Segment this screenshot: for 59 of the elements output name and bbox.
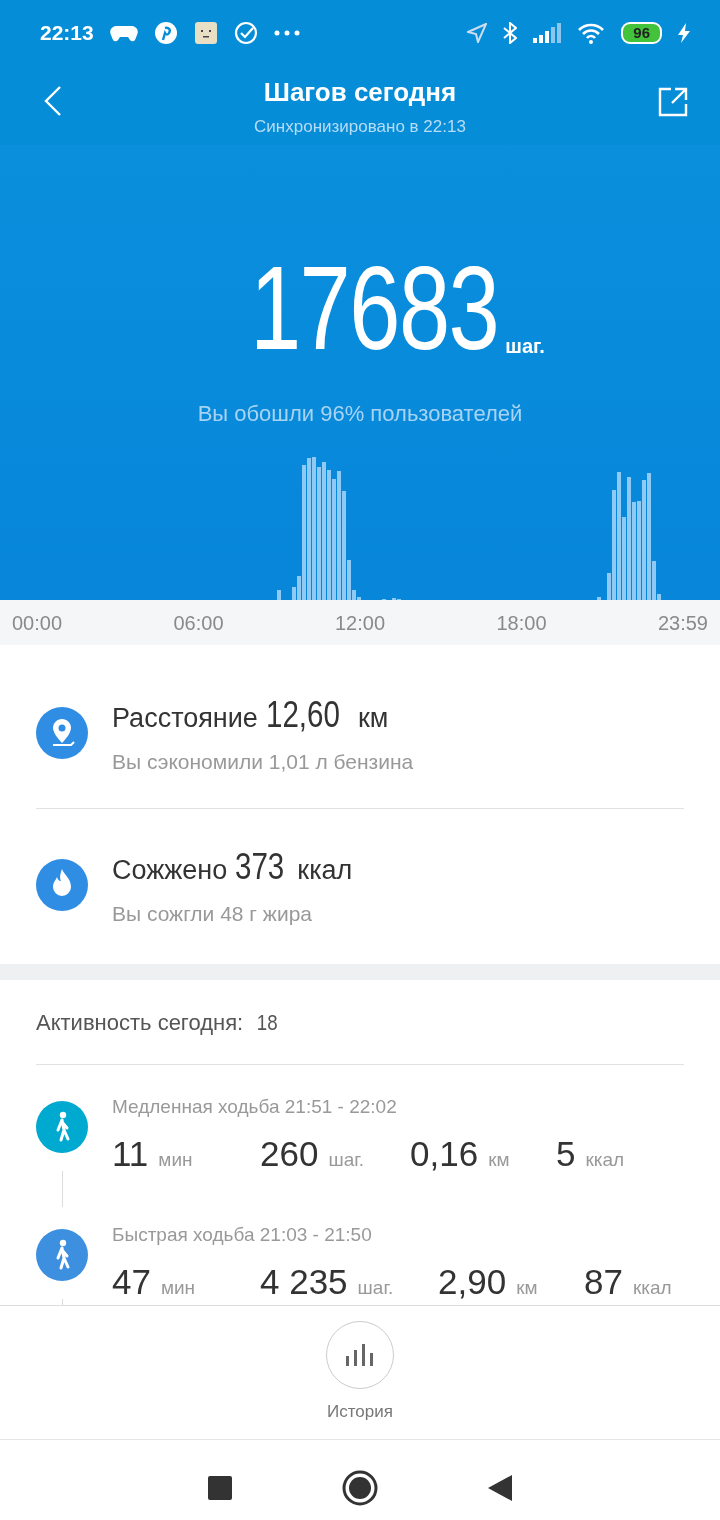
- recents-icon[interactable]: [208, 1475, 232, 1500]
- histogram-bar: [277, 590, 281, 600]
- summary-label: Расстояние: [112, 701, 258, 735]
- step-count: 17683: [250, 249, 499, 367]
- activity-title: Быстрая ходьба 21:03 - 21:50: [112, 1223, 373, 1247]
- time-axis-label: 23:59: [657, 610, 708, 636]
- stat-value: 4 235: [260, 1260, 348, 1303]
- stat-unit: шаг.: [357, 1275, 394, 1300]
- share-icon[interactable]: [658, 87, 688, 117]
- status-time: 22:13: [40, 19, 94, 46]
- stat-value: 11: [112, 1132, 149, 1175]
- bar-chart-icon: [345, 1343, 375, 1366]
- time-axis-label: 12:00: [334, 610, 386, 636]
- charging-icon: [678, 22, 690, 43]
- activity-title: Медленная ходьба 21:51 - 22:02: [112, 1095, 398, 1119]
- summary-value: 12,60: [265, 692, 340, 737]
- stat-value: 0,16: [410, 1132, 479, 1175]
- activity-count: 18: [257, 1008, 278, 1037]
- home-icon[interactable]: [342, 1469, 378, 1506]
- stat-unit: км: [516, 1275, 538, 1300]
- more-icon: [273, 29, 300, 36]
- location-arrow-icon: [467, 22, 488, 43]
- flame-icon: [36, 858, 88, 911]
- battery-level: 96: [621, 21, 662, 44]
- comparison-text: Вы обошли 96% пользователей: [197, 401, 523, 426]
- page-title: Шагов сегодня: [263, 76, 457, 109]
- summary-unit: ккал: [297, 853, 353, 887]
- sync-status: Синхронизировано в 22:13: [254, 116, 466, 138]
- summary-label: Сожжено: [112, 853, 228, 887]
- stat-unit: шаг.: [328, 1147, 365, 1172]
- pin-logo-icon: [153, 20, 178, 45]
- stat-unit: км: [488, 1147, 510, 1172]
- activity-label: Активность сегодня:: [36, 1008, 244, 1037]
- stat-unit: мин: [158, 1147, 193, 1172]
- stat-value: 5: [556, 1132, 576, 1175]
- back-nav-icon[interactable]: [488, 1474, 512, 1501]
- stat-value: 47: [112, 1260, 151, 1303]
- stat-value: 260: [260, 1132, 319, 1175]
- map-pin-icon: [36, 706, 88, 759]
- back-icon[interactable]: [44, 85, 62, 117]
- check-circle-icon: [233, 20, 258, 45]
- step-unit: шаг.: [505, 334, 545, 359]
- stat-unit: мин: [160, 1275, 196, 1300]
- signal-icon: [533, 22, 562, 43]
- robot-face-icon: [193, 20, 218, 45]
- stat-unit: ккал: [632, 1275, 672, 1300]
- stat-value: 87: [584, 1260, 623, 1303]
- summary-value: 373: [235, 844, 285, 889]
- time-axis-label: 18:00: [496, 610, 547, 636]
- stat-unit: ккал: [585, 1147, 625, 1172]
- history-label: История: [327, 1400, 393, 1423]
- summary-note: Вы сожгли 48 г жира: [112, 900, 313, 927]
- time-axis-label: 00:00: [12, 610, 63, 636]
- stat-value: 2,90: [438, 1260, 507, 1303]
- bluetooth-icon: [503, 21, 518, 44]
- summary-note: Вы сэкономили 1,01 л бензина: [112, 748, 414, 775]
- wifi-icon: [577, 21, 606, 44]
- time-axis-label: 06:00: [173, 610, 224, 636]
- summary-unit: км: [357, 701, 389, 735]
